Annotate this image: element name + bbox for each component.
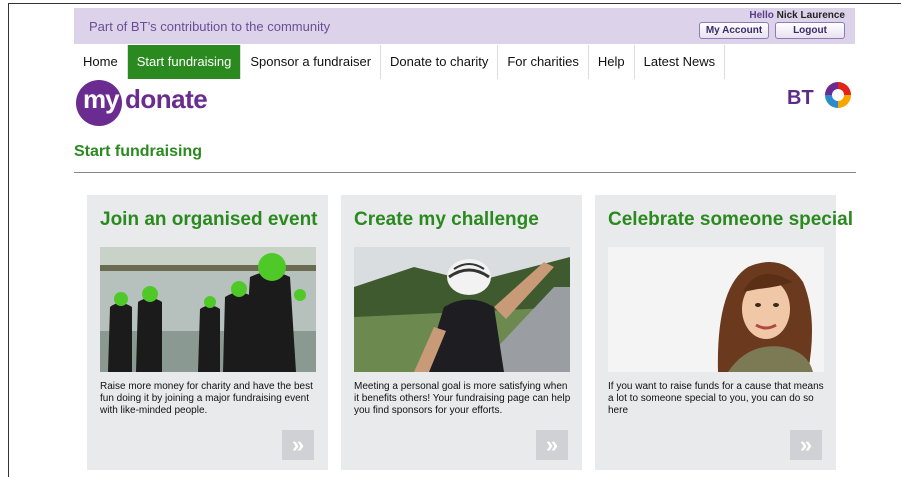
- greeting: Hello Nick Laurence: [749, 10, 845, 21]
- double-chevron-right-icon[interactable]: »: [790, 430, 822, 460]
- card-description: If you want to raise funds for a cause t…: [608, 381, 824, 416]
- nav-help[interactable]: Help: [589, 45, 635, 79]
- card-image-woman: [608, 247, 824, 372]
- card-image-cyclist: [354, 247, 570, 372]
- bt-globe-icon: [825, 82, 851, 108]
- community-text: Part of BT’s contribution to the communi…: [89, 19, 331, 34]
- divider: [74, 172, 856, 173]
- bt-logo-text: BT: [787, 87, 814, 109]
- woman-photo: [608, 247, 824, 372]
- top-bar: Part of BT’s contribution to the communi…: [74, 8, 855, 44]
- card-description: Meeting a personal goal is more satisfyi…: [354, 381, 571, 416]
- nav-donate-to-charity[interactable]: Donate to charity: [381, 45, 499, 79]
- card-create-challenge[interactable]: Create my challenge Meeting a personal g…: [341, 195, 582, 470]
- logo-donate: donate: [125, 84, 208, 114]
- double-chevron-right-icon[interactable]: »: [536, 430, 568, 460]
- my-account-button[interactable]: My Account: [699, 22, 769, 39]
- main-nav: Home Start fundraising Sponsor a fundrai…: [74, 45, 726, 79]
- mydonate-logo[interactable]: my donate: [76, 80, 216, 128]
- card-image-swimmers: [100, 247, 316, 372]
- hello-label: Hello: [749, 10, 774, 21]
- logo-my: my: [83, 84, 120, 114]
- cyclist-photo: [354, 247, 570, 372]
- nav-for-charities[interactable]: For charities: [498, 45, 589, 79]
- logout-button[interactable]: Logout: [775, 22, 845, 39]
- card-title[interactable]: Join an organised event: [100, 209, 318, 231]
- swimmers-photo: [100, 247, 316, 372]
- nav-latest-news[interactable]: Latest News: [635, 45, 726, 79]
- double-chevron-right-icon[interactable]: »: [282, 430, 314, 460]
- nav-home[interactable]: Home: [74, 45, 128, 79]
- bt-logo[interactable]: BT: [787, 78, 857, 114]
- nav-start-fundraising[interactable]: Start fundraising: [127, 45, 242, 79]
- nav-sponsor-fundraiser[interactable]: Sponsor a fundraiser: [241, 45, 382, 79]
- card-join-event[interactable]: Join an organised event Raise more money…: [87, 195, 328, 470]
- user-name: Nick Laurence: [776, 10, 845, 21]
- card-title[interactable]: Create my challenge: [354, 209, 539, 231]
- card-title[interactable]: Celebrate someone special: [608, 209, 853, 231]
- card-description: Raise more money for charity and have th…: [100, 381, 313, 416]
- page-title: Start fundraising: [74, 143, 203, 160]
- card-celebrate-someone[interactable]: Celebrate someone special If you want to…: [595, 195, 853, 470]
